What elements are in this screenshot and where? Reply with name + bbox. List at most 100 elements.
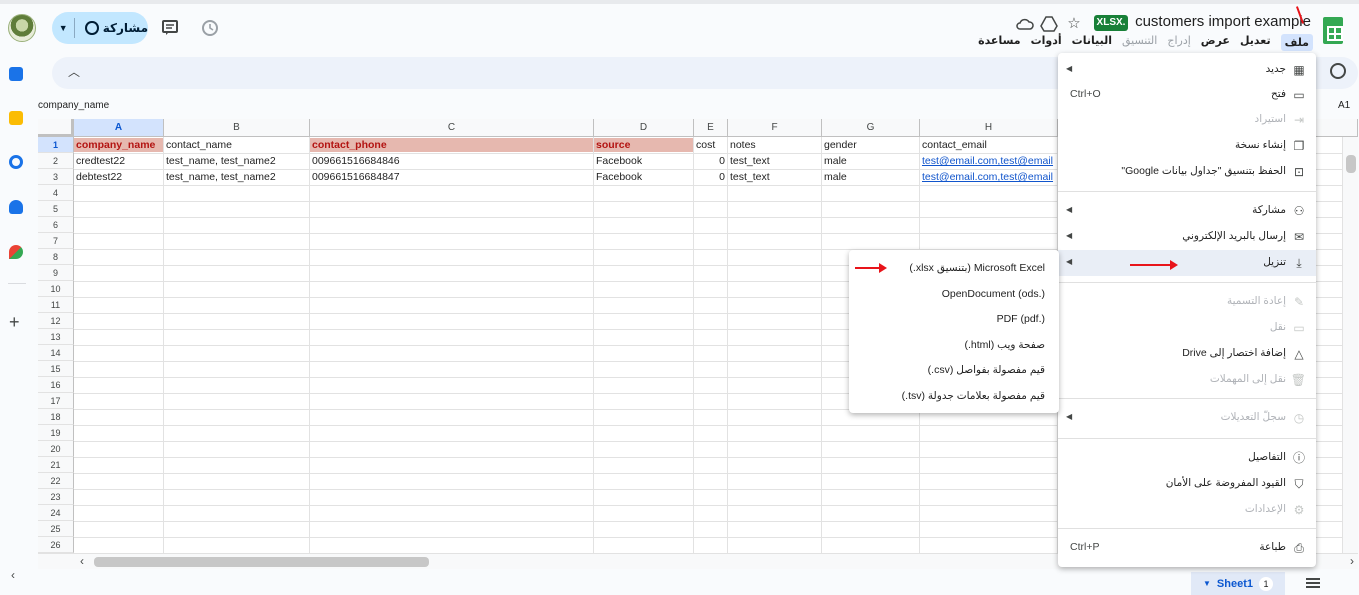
header-cell[interactable]: company_name	[74, 138, 163, 152]
search-icon[interactable]	[1330, 63, 1346, 79]
contacts-icon[interactable]	[9, 200, 23, 214]
select-all-corner[interactable]	[38, 119, 74, 137]
cell-reference[interactable]: A1	[1338, 100, 1350, 111]
star-icon[interactable]: ☆	[1062, 11, 1086, 35]
row-header[interactable]: 8	[38, 249, 74, 265]
data-cell[interactable]: Facebook	[594, 170, 693, 184]
file-menu-item[interactable]: ❐ إنشاء نسخة	[1058, 133, 1316, 159]
file-menu-item[interactable]: ▭ فتح Ctrl+O	[1058, 82, 1316, 108]
row-header[interactable]: 10	[38, 281, 74, 297]
row-header[interactable]: 21	[38, 457, 74, 473]
file-menu-item[interactable]: ▦ جديد ◀	[1058, 57, 1316, 83]
row-header[interactable]: 2	[38, 153, 74, 169]
data-cell[interactable]: test@email.com,test@email	[920, 154, 1057, 168]
menu-item[interactable]: إدراج	[1167, 34, 1190, 51]
column-header[interactable]: F	[728, 119, 822, 137]
row-header[interactable]: 13	[38, 329, 74, 345]
scroll-right-icon[interactable]: ›	[1350, 554, 1354, 568]
scroll-thumb[interactable]	[94, 557, 429, 567]
row-header[interactable]: 17	[38, 393, 74, 409]
vertical-scrollbar[interactable]	[1342, 137, 1358, 553]
column-header[interactable]: C	[310, 119, 594, 137]
sheets-logo-icon[interactable]	[1323, 17, 1343, 44]
row-header[interactable]: 7	[38, 233, 74, 249]
data-cell[interactable]: 0	[694, 170, 727, 184]
data-cell[interactable]: test_name, test_name2	[164, 170, 309, 184]
sheet-tab[interactable]: ▼ Sheet1 1	[1191, 572, 1285, 595]
row-header[interactable]: 23	[38, 489, 74, 505]
file-menu-item[interactable]: ⛉ القيود المفروضة على الأمان	[1058, 471, 1316, 497]
data-cell[interactable]: male	[822, 170, 919, 184]
data-cell[interactable]: debtest22	[74, 170, 163, 184]
row-header[interactable]: 3	[38, 169, 74, 185]
data-cell[interactable]: test_text	[728, 170, 821, 184]
add-addon-icon[interactable]: +	[9, 312, 20, 333]
name-box[interactable]: company_name	[38, 100, 109, 111]
file-menu-item[interactable]: ⚇ مشاركة ◀	[1058, 198, 1316, 224]
chevron-down-icon[interactable]: ▼	[52, 23, 74, 33]
data-cell[interactable]: 0	[694, 154, 727, 168]
row-header[interactable]: 20	[38, 441, 74, 457]
column-header[interactable]: H	[920, 119, 1058, 137]
row-header[interactable]: 6	[38, 217, 74, 233]
file-menu-item[interactable]: ⤓ تنزيل ◀	[1058, 250, 1316, 276]
data-cell[interactable]: test@email.com,test@email	[920, 170, 1057, 184]
vscroll-thumb[interactable]	[1346, 155, 1356, 173]
menu-item[interactable]: ملف	[1280, 34, 1313, 51]
data-cell[interactable]: 009661516684847	[310, 170, 593, 184]
row-header[interactable]: 9	[38, 265, 74, 281]
row-header[interactable]: 5	[38, 201, 74, 217]
column-header[interactable]: D	[594, 119, 694, 137]
row-header[interactable]: 11	[38, 297, 74, 313]
file-menu-item[interactable]: ✉ إرسال بالبريد الإلكتروني ◀	[1058, 224, 1316, 250]
account-avatar[interactable]	[8, 14, 36, 42]
collapse-toolbar-icon[interactable]: ︿	[68, 63, 80, 80]
download-option[interactable]: قيم مفصولة بعلامات جدولة (tsv.)	[902, 390, 1045, 402]
header-cell[interactable]: source	[594, 138, 693, 152]
all-sheets-icon[interactable]	[1306, 578, 1320, 588]
comments-icon[interactable]	[158, 16, 182, 40]
menu-item[interactable]: تعديل	[1240, 34, 1271, 51]
download-option[interactable]: Microsoft Excel (بتنسيق xlsx.)	[909, 262, 1045, 274]
header-cell[interactable]: contact_phone	[310, 138, 593, 152]
row-header[interactable]: 14	[38, 345, 74, 361]
header-cell[interactable]: cost	[694, 138, 727, 152]
move-to-drive-icon[interactable]	[1037, 12, 1061, 36]
row-header[interactable]: 26	[38, 537, 74, 553]
header-cell[interactable]: gender	[822, 138, 919, 152]
row-header[interactable]: 22	[38, 473, 74, 489]
column-header[interactable]: B	[164, 119, 310, 137]
tasks-icon[interactable]	[9, 155, 23, 169]
row-header[interactable]: 1	[38, 137, 74, 153]
row-header[interactable]: 16	[38, 377, 74, 393]
scroll-left-icon[interactable]: ‹	[80, 554, 84, 568]
document-title[interactable]: customers import example	[1135, 13, 1311, 30]
file-menu-item[interactable]: ⊡ الحفظ بتنسيق "جداول بيانات Google"	[1058, 159, 1316, 185]
cloud-status-icon[interactable]	[1013, 12, 1037, 36]
keep-icon[interactable]	[9, 111, 23, 125]
menu-item[interactable]: عرض	[1201, 34, 1230, 51]
data-cell[interactable]: test_text	[728, 154, 821, 168]
data-cell[interactable]: Facebook	[594, 154, 693, 168]
row-header[interactable]: 24	[38, 505, 74, 521]
download-option[interactable]: OpenDocument (ods.)	[942, 288, 1045, 300]
header-cell[interactable]: contact_email	[920, 138, 1057, 152]
data-cell[interactable]: credtest22	[74, 154, 163, 168]
chevron-down-icon[interactable]: ▼	[1203, 579, 1211, 588]
header-cell[interactable]: notes	[728, 138, 821, 152]
row-header[interactable]: 4	[38, 185, 74, 201]
version-history-icon[interactable]	[198, 16, 222, 40]
menu-item[interactable]: البيانات	[1072, 34, 1112, 51]
file-menu-item[interactable]: ⓘ التفاصيل	[1058, 445, 1316, 471]
row-header[interactable]: 19	[38, 425, 74, 441]
header-cell[interactable]: contact_name	[164, 138, 309, 152]
data-cell[interactable]: test_name, test_name2	[164, 154, 309, 168]
download-option[interactable]: PDF (pdf.)	[997, 313, 1045, 325]
column-header[interactable]: E	[694, 119, 728, 137]
data-cell[interactable]: male	[822, 154, 919, 168]
calendar-icon[interactable]	[9, 67, 23, 81]
row-header[interactable]: 15	[38, 361, 74, 377]
column-header[interactable]: A	[74, 119, 164, 137]
row-header[interactable]: 25	[38, 521, 74, 537]
file-menu-item[interactable]: △ إضافة اختصار إلى Drive	[1058, 341, 1316, 367]
